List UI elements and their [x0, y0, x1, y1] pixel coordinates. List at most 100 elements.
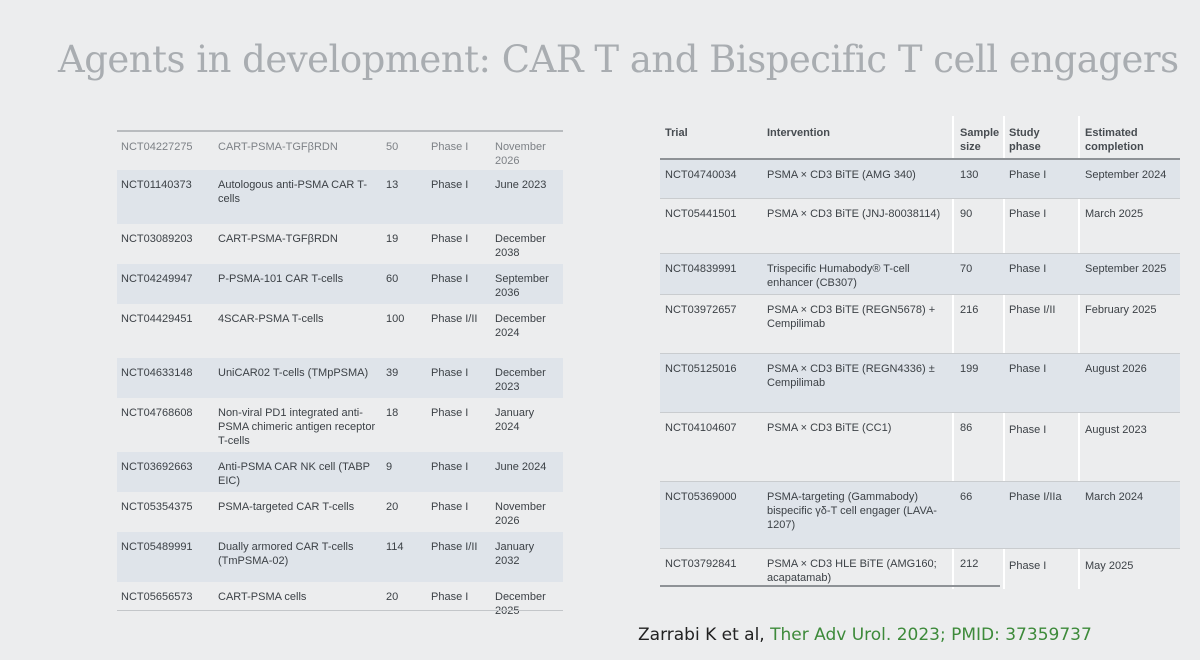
citation-authors: Zarrabi K et al, — [638, 625, 771, 645]
study-phase: Phase I — [1009, 263, 1047, 275]
sample-size: 18 — [386, 407, 399, 419]
citation-source: Ther Adv Urol. 2023; PMID: 37359737 — [770, 625, 1092, 645]
sample-size: 216 — [960, 304, 979, 316]
bispecific-trials-table: Trial Intervention Sample size Study pha… — [660, 116, 1180, 589]
intervention: PSMA × CD3 HLE BiTE (AMG160; acapatamab) — [767, 558, 937, 584]
trial-id: NCT05369000 — [665, 491, 737, 503]
table-row: NCT04249947 P-PSMA-101 CAR T-cells 60 Ph… — [117, 264, 563, 304]
header-study-phase: Study phase — [1009, 127, 1041, 153]
slide-title: Agents in development: CAR T and Bispeci… — [58, 38, 1179, 81]
intervention: Autologous anti-PSMA CAR T-cells — [218, 179, 367, 205]
completion: August 2023 — [1085, 424, 1147, 436]
header-completion: Estimated completion — [1085, 127, 1144, 153]
table-row: NCT05656573 CART-PSMA cells 20 Phase I D… — [117, 582, 563, 617]
car-t-trials-table: NCT04227275 CART-PSMA-TGFβRDN 50 Phase I… — [117, 130, 563, 617]
study-phase: Phase I — [431, 179, 469, 191]
study-phase: Phase I — [1009, 424, 1047, 436]
study-phase: Phase I — [1009, 560, 1047, 572]
trial-id: NCT04633148 — [121, 367, 193, 379]
table-row: NCT05489991 Dually armored CAR T-cells (… — [117, 532, 563, 582]
trial-id: NCT04249947 — [121, 273, 193, 285]
trial-id: NCT05489991 — [121, 541, 193, 553]
completion: September 2024 — [1085, 169, 1167, 181]
completion: September 2025 — [1085, 263, 1167, 275]
intervention: PSMA × CD3 BiTE (REGN5678) + Cempilimab — [767, 304, 936, 330]
completion: June 2024 — [495, 461, 547, 473]
citation: Zarrabi K et al, Ther Adv Urol. 2023; PM… — [638, 625, 1092, 645]
study-phase: Phase I — [1009, 208, 1047, 220]
completion: December 2025 — [495, 591, 546, 617]
table-row: NCT05441501 PSMA × CD3 BiTE (JNJ-8003811… — [660, 199, 1180, 254]
intervention: PSMA × CD3 BiTE (CC1) — [767, 422, 892, 434]
completion: March 2025 — [1085, 208, 1144, 220]
completion: January 2032 — [495, 541, 535, 567]
sample-size: 212 — [960, 558, 979, 570]
trial-id: NCT04227275 — [121, 141, 193, 153]
completion: May 2025 — [1085, 560, 1134, 572]
sample-size: 39 — [386, 367, 399, 379]
completion: November 2026 — [495, 501, 546, 527]
sample-size: 114 — [386, 541, 404, 553]
sample-size: 20 — [386, 591, 399, 603]
trial-id: NCT05656573 — [121, 591, 193, 603]
table-row: NCT04104607 PSMA × CD3 BiTE (CC1) 86 Pha… — [660, 413, 1180, 482]
intervention: Non-viral PD1 integrated anti-PSMA chime… — [218, 407, 376, 447]
table-bottom-rule — [660, 585, 1000, 587]
intervention: CART-PSMA-TGFβRDN — [218, 233, 338, 245]
trial-id: NCT04740034 — [665, 169, 737, 181]
table-row: NCT04839991 Trispecific Humabody® T-cell… — [660, 254, 1180, 295]
table-row: NCT04429451 4SCAR-PSMA T-cells 100 Phase… — [117, 304, 563, 358]
study-phase: Phase I/II — [431, 541, 478, 553]
study-phase: Phase I/II — [1009, 304, 1056, 316]
sample-size: 66 — [960, 491, 973, 503]
study-phase: Phase I — [1009, 169, 1047, 181]
table-row: NCT03792841 PSMA × CD3 HLE BiTE (AMG160;… — [660, 549, 1180, 589]
intervention: PSMA × CD3 BiTE (REGN4336) ± Cempilimab — [767, 363, 935, 389]
table-row: NCT04227275 CART-PSMA-TGFβRDN 50 Phase I… — [117, 132, 563, 170]
study-phase: Phase I — [431, 141, 469, 153]
trial-id: NCT05125016 — [665, 363, 737, 375]
trial-id: NCT03972657 — [665, 304, 737, 316]
intervention: Anti-PSMA CAR NK cell (TABP EIC) — [218, 461, 370, 487]
table-row: NCT05125016 PSMA × CD3 BiTE (REGN4336) ±… — [660, 354, 1180, 413]
sample-size: 19 — [386, 233, 399, 245]
sample-size: 20 — [386, 501, 399, 513]
header-sample-size: Sample size — [960, 127, 1000, 153]
trial-id: NCT05354375 — [121, 501, 193, 513]
intervention: PSMA × CD3 BiTE (JNJ-80038114) — [767, 208, 941, 220]
sample-size: 9 — [386, 461, 393, 473]
completion: November 2026 — [495, 141, 546, 167]
trial-id: NCT04429451 — [121, 313, 193, 325]
sample-size: 90 — [960, 208, 973, 220]
completion: March 2024 — [1085, 491, 1144, 503]
completion: June 2023 — [495, 179, 547, 191]
table-header: Trial Intervention Sample size Study pha… — [660, 116, 1180, 160]
completion: December 2023 — [495, 367, 546, 393]
sample-size: 13 — [386, 179, 399, 191]
intervention: Trispecific Humabody® T-cell enhancer (C… — [767, 263, 910, 289]
intervention: P-PSMA-101 CAR T-cells — [218, 273, 344, 285]
trial-id: NCT04839991 — [665, 263, 737, 275]
sample-size: 50 — [386, 141, 399, 153]
table-row: NCT04633148 UniCAR02 T-cells (TMpPSMA) 3… — [117, 358, 563, 398]
header-trial: Trial — [665, 127, 688, 139]
study-phase: Phase I/II — [431, 313, 478, 325]
intervention: PSMA-targeted CAR T-cells — [218, 501, 355, 513]
table-row: NCT04740034 PSMA × CD3 BiTE (AMG 340) 13… — [660, 160, 1180, 199]
table-row: NCT03089203 CART-PSMA-TGFβRDN 19 Phase I… — [117, 224, 563, 264]
study-phase: Phase I — [431, 501, 469, 513]
trial-id: NCT04768608 — [121, 407, 193, 419]
study-phase: Phase I — [431, 233, 469, 245]
intervention: UniCAR02 T-cells (TMpPSMA) — [218, 367, 369, 379]
intervention: 4SCAR-PSMA T-cells — [218, 313, 324, 325]
intervention: Dually armored CAR T-cells (TmPSMA-02) — [218, 541, 354, 567]
completion: January 2024 — [495, 407, 535, 433]
trial-id: NCT03089203 — [121, 233, 193, 245]
study-phase: Phase I — [431, 407, 469, 419]
trial-id: NCT04104607 — [665, 422, 737, 434]
table-row: NCT05369000 PSMA-targeting (Gammabody) b… — [660, 482, 1180, 549]
intervention: PSMA × CD3 BiTE (AMG 340) — [767, 169, 916, 181]
table-row: NCT04768608 Non-viral PD1 integrated ant… — [117, 398, 563, 452]
table-row: NCT03692663 Anti-PSMA CAR NK cell (TABP … — [117, 452, 563, 492]
table-row: NCT05354375 PSMA-targeted CAR T-cells 20… — [117, 492, 563, 532]
